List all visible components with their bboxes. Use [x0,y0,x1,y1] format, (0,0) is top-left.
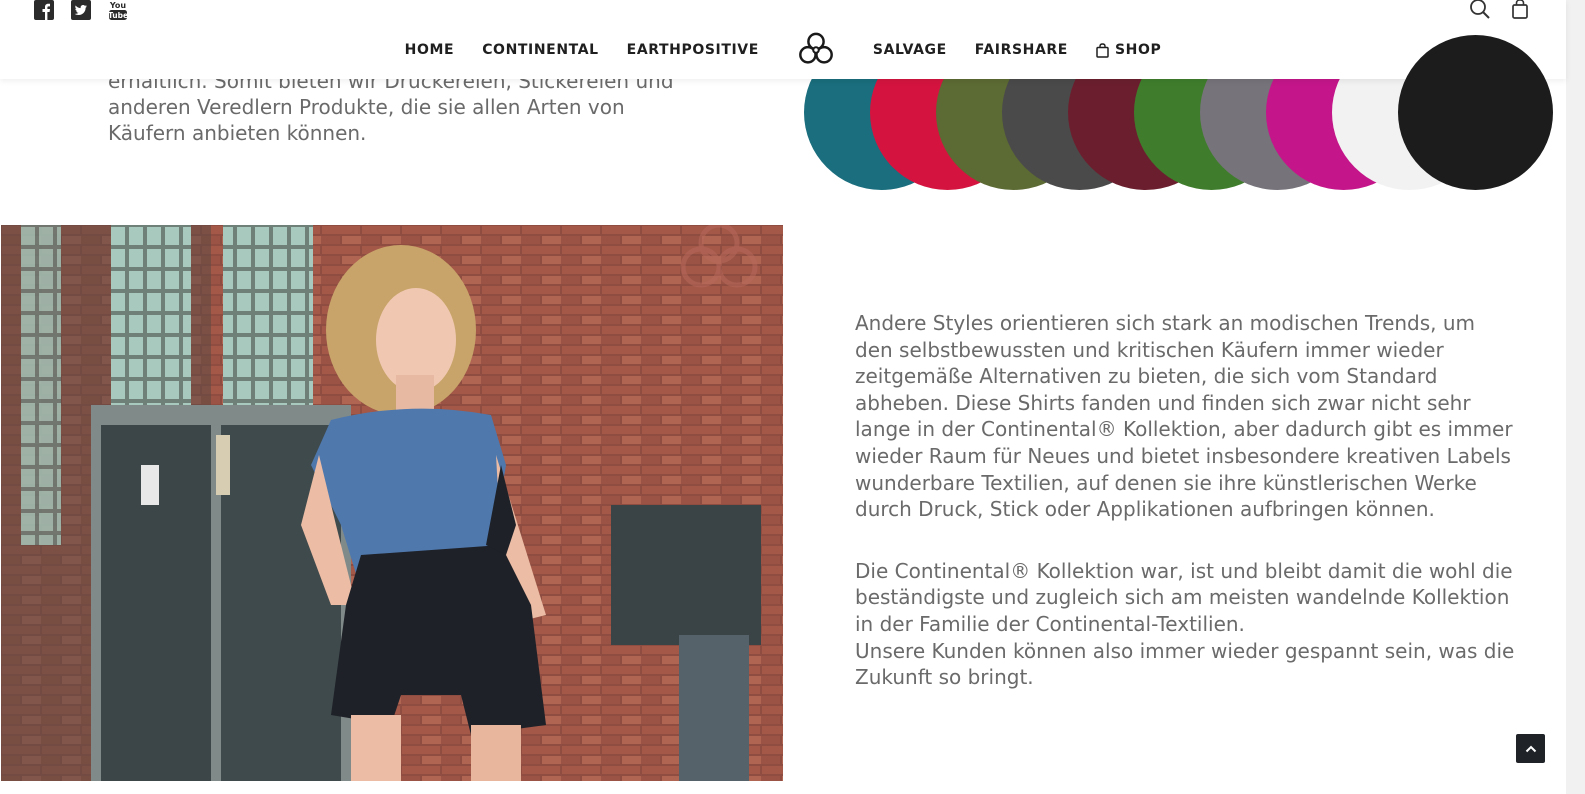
fabric-swatch [1398,35,1553,190]
svg-text:You: You [109,1,127,10]
nav-fairshare[interactable]: FAIRSHARE [975,42,1068,58]
cart-icon[interactable] [1508,0,1532,21]
biohazard-logo-icon[interactable] [797,31,835,69]
scroll-to-top-button[interactable] [1516,734,1545,763]
paragraph-future: Unsere Kunden können also immer wieder g… [855,638,1515,690]
main-nav: HOME CONTINENTAL EARTHPOSITIVE SALVAGE F… [0,31,1566,69]
page-scrollbar[interactable] [1566,0,1585,794]
nav-home-label: HOME [404,42,455,58]
paragraph-styles: Andere Styles orientieren sich stark an … [855,311,1513,522]
intro-text: erhältlich. Somit bieten wir Druckereien… [108,68,688,146]
intro-line: anderen Veredlern Produkte, die sie alle… [108,95,625,119]
nav-shop[interactable]: SHOP [1096,42,1161,58]
header-tools [1468,0,1532,21]
twitter-icon[interactable] [71,0,91,20]
nav-earthpositive-label: EARTHPOSITIVE [626,42,759,58]
search-icon[interactable] [1468,0,1492,21]
nav-home[interactable]: HOME [405,42,455,58]
nav-shop-label: SHOP [1114,42,1162,58]
facebook-icon[interactable] [34,0,54,20]
nav-fairshare-label: FAIRSHARE [974,42,1068,58]
youtube-icon[interactable]: You Tube [108,0,128,20]
social-links: You Tube [34,0,128,20]
nav-continental[interactable]: CONTINENTAL [482,42,598,58]
svg-text:Tube: Tube [108,11,128,20]
chevron-up-icon [1525,745,1536,752]
nav-salvage[interactable]: SALVAGE [873,42,947,58]
nav-continental-label: CONTINENTAL [482,42,599,58]
intro-line: Käufern anbieten können. [108,121,367,145]
nav-salvage-label: SALVAGE [872,42,947,58]
shopping-bag-icon [1096,42,1109,58]
collection-description: Andere Styles orientieren sich stark an … [855,310,1515,691]
nav-earthpositive[interactable]: EARTHPOSITIVE [627,42,759,58]
model-photo [1,225,783,781]
paragraph-collection: Die Continental® Kollektion war, ist und… [855,558,1513,636]
site-header: You Tube HOME CONTINENTAL EARTHPOSITIVE … [0,0,1566,79]
